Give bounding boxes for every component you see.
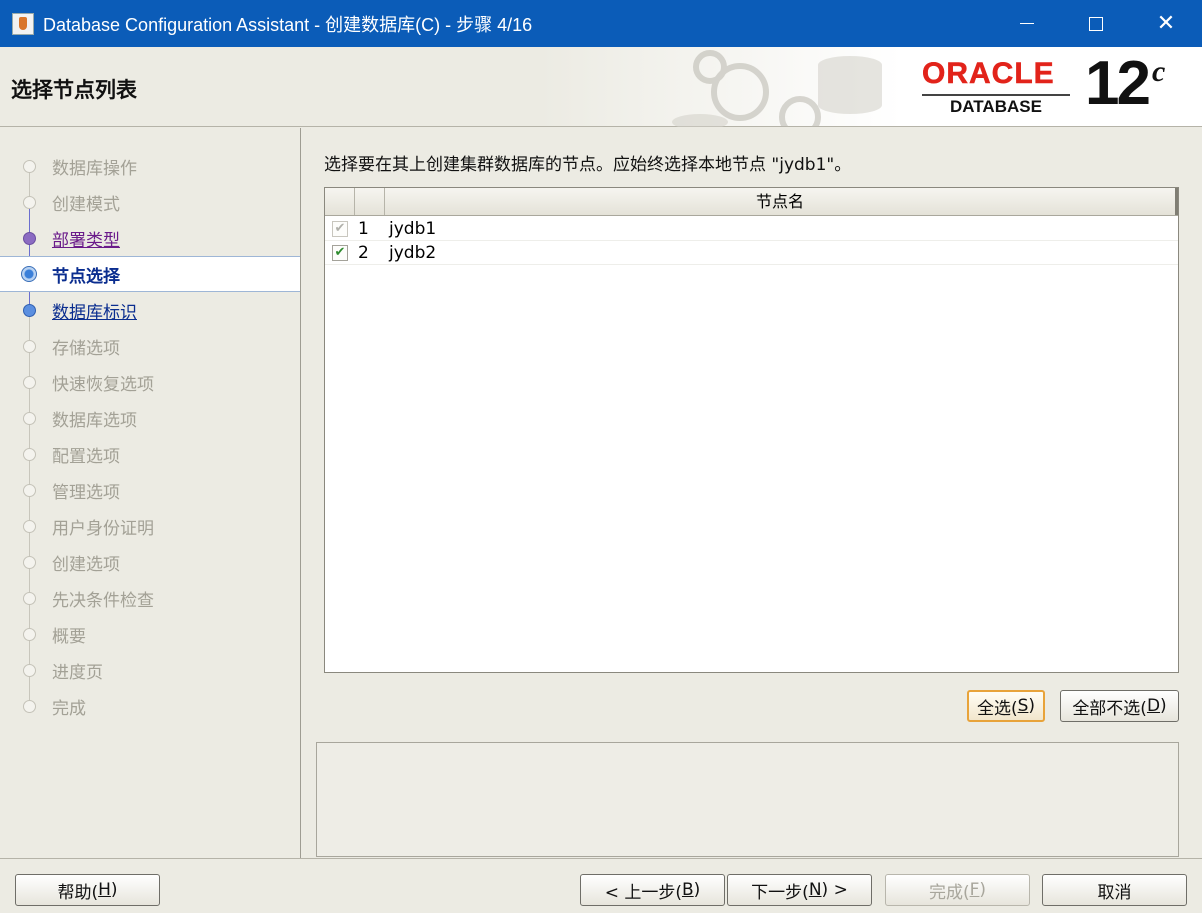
- step-item: 先决条件检查: [0, 580, 300, 616]
- step-label[interactable]: 数据库标识: [52, 298, 137, 323]
- step-item: 数据库选项: [0, 400, 300, 436]
- footer-divider: [0, 858, 1202, 859]
- page-header: 选择节点列表 ORACLE DATABASE 12 c: [0, 47, 1202, 127]
- column-header-node-name[interactable]: 节点名: [385, 188, 1178, 215]
- step-label: 管理选项: [52, 482, 120, 503]
- step-label: 先决条件检查: [52, 590, 154, 611]
- step-item: 概要: [0, 616, 300, 652]
- deselect-all-button[interactable]: 全部不选(D): [1060, 690, 1179, 722]
- step-current-icon: [21, 266, 37, 282]
- step-dot-icon: [23, 159, 36, 173]
- table-header: 节点名: [325, 188, 1178, 216]
- step-label: 进度页: [52, 662, 103, 683]
- java-app-icon: [12, 12, 34, 35]
- version-letter: c: [1151, 55, 1165, 88]
- gears-graphic: [672, 50, 882, 127]
- step-item: 管理选项: [0, 472, 300, 508]
- step-item: 进度页: [0, 652, 300, 688]
- node-checkbox-disabled: ✔: [332, 220, 348, 237]
- window-title: Database Configuration Assistant - 创建数据库…: [43, 14, 533, 35]
- step-label: 数据库操作: [52, 158, 137, 179]
- step-label: 配置选项: [52, 446, 120, 467]
- step-dot-icon: [23, 663, 36, 677]
- step-dot-icon: [23, 483, 36, 497]
- oracle-logo: ORACLE DATABASE: [920, 57, 1080, 119]
- row-checkbox-cell: ✔: [325, 220, 355, 237]
- back-button[interactable]: < 上一步(B): [580, 874, 725, 906]
- oracle-wordmark: ORACLE: [922, 57, 1055, 91]
- minimize-button[interactable]: [992, 0, 1062, 47]
- step-item: 存储选项: [0, 328, 300, 364]
- step-item: 创建模式: [0, 184, 300, 220]
- node-name: jydb2: [389, 242, 437, 263]
- table-row[interactable]: ✔ 1 jydb1: [325, 217, 1178, 241]
- node-table[interactable]: 节点名 ✔ 1 jydb1 ✔ 2 jydb2: [324, 187, 1179, 673]
- step-dot-icon: [23, 627, 36, 641]
- step-item: 完成: [0, 688, 300, 724]
- cancel-button[interactable]: 取消: [1042, 874, 1187, 906]
- step-label: 快速恢复选项: [52, 374, 154, 395]
- step-dot-icon: [23, 411, 36, 425]
- help-button[interactable]: 帮助(H): [15, 874, 160, 906]
- maximize-icon: [1089, 16, 1103, 31]
- step-dot-icon: [23, 519, 36, 533]
- step-item-current: 节点选择: [0, 256, 300, 292]
- step-item: 配置选项: [0, 436, 300, 472]
- step-label: 创建模式: [52, 194, 120, 215]
- next-button[interactable]: 下一步(N) >: [727, 874, 872, 906]
- column-header-number[interactable]: [355, 188, 385, 215]
- step-dot-icon: [23, 699, 36, 713]
- step-item: 用户身份证明: [0, 508, 300, 544]
- row-number: 2: [358, 242, 369, 263]
- step-label: 数据库选项: [52, 410, 137, 431]
- logo-database-text: DATABASE: [950, 97, 1042, 116]
- step-dot-icon: [23, 375, 36, 389]
- step-label: 概要: [52, 626, 86, 647]
- version-badge: 12 c: [1085, 53, 1165, 115]
- step-dot-icon: [23, 195, 36, 209]
- step-dot-icon: [23, 591, 36, 605]
- step-dot-icon: [23, 555, 36, 569]
- step-dot-icon: [23, 447, 36, 461]
- row-number: 1: [358, 218, 369, 239]
- select-all-button[interactable]: 全选(S): [967, 690, 1045, 722]
- step-item-visited[interactable]: 部署类型: [0, 220, 300, 256]
- close-button[interactable]: ✕: [1131, 0, 1201, 47]
- message-area: [316, 742, 1179, 857]
- logo-rule: [922, 94, 1070, 96]
- column-header-select[interactable]: [325, 188, 355, 215]
- close-icon: ✕: [1156, 10, 1176, 36]
- step-label[interactable]: 部署类型: [52, 226, 120, 251]
- instruction-text: 选择要在其上创建集群数据库的节点。应始终选择本地节点 "jydb1"。: [324, 155, 852, 175]
- step-item: 数据库操作: [0, 148, 300, 184]
- steps-panel: 数据库操作 创建模式 部署类型 节点选择 数据库标识 存储选项 快速恢复选项 数…: [0, 128, 301, 859]
- step-item-next[interactable]: 数据库标识: [0, 292, 300, 328]
- step-label: 节点选择: [52, 266, 120, 287]
- version-number: 12: [1085, 49, 1151, 118]
- node-name: jydb1: [389, 218, 437, 239]
- step-label: 存储选项: [52, 338, 120, 359]
- step-dot-icon: [23, 339, 36, 353]
- node-checkbox[interactable]: ✔: [332, 244, 348, 261]
- step-dot-icon: [23, 303, 36, 317]
- maximize-button[interactable]: [1061, 0, 1131, 47]
- step-dot-icon: [23, 231, 36, 245]
- step-label: 用户身份证明: [52, 518, 154, 539]
- step-label: 创建选项: [52, 554, 120, 575]
- row-checkbox-cell: ✔: [325, 244, 355, 261]
- step-label: 完成: [52, 698, 86, 719]
- title-bar: Database Configuration Assistant - 创建数据库…: [0, 0, 1202, 47]
- step-item: 创建选项: [0, 544, 300, 580]
- minimize-icon: [1020, 23, 1034, 24]
- page-title: 选择节点列表: [11, 78, 137, 102]
- step-item: 快速恢复选项: [0, 364, 300, 400]
- finish-button: 完成(F): [885, 874, 1030, 906]
- table-row[interactable]: ✔ 2 jydb2: [325, 241, 1178, 265]
